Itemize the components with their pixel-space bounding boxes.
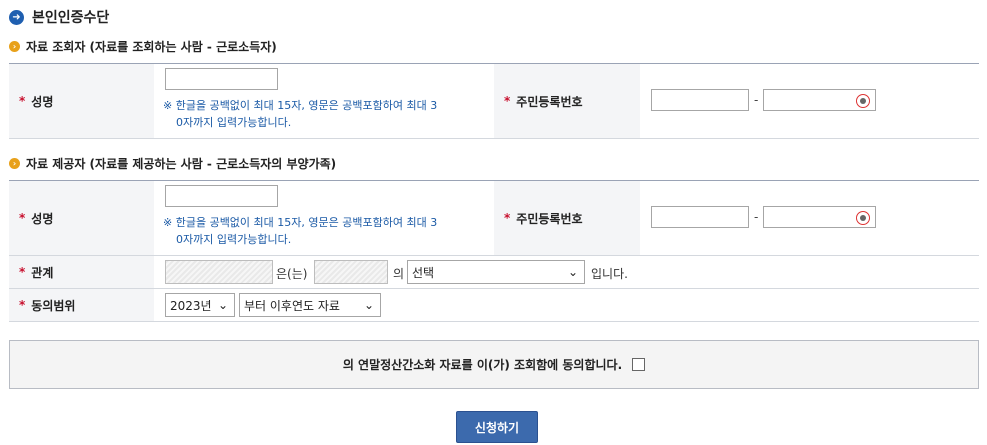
consent-range-select[interactable]: 부터 이후연도 자료 ⌄ [239, 293, 381, 317]
name-note: ※ 한글을 공백없이 최대 15자, 영문은 공백포함하여 최대 3 0자까지 … [163, 99, 438, 129]
provider-rrn-front-input[interactable] [651, 206, 749, 228]
rrn-separator: - [754, 210, 759, 224]
section-title: 자료 제공자 (자료를 제공하는 사람 - 근로소득자의 부양가족) [26, 156, 337, 171]
bullet-icon: › [9, 40, 20, 52]
relation-provider-field [314, 260, 388, 284]
agreement-box: 의 연말정산간소화 자료를 이(가) 조회함에 동의합니다. [9, 340, 979, 389]
relation-row: * 관계 은(는) 의 선택 ⌄ 입니다. [9, 256, 979, 289]
consent-range-header: * 동의범위 [9, 289, 154, 321]
section-provider-header: › 자료 제공자 (자료를 제공하는 사람 - 근로소득자의 부양가족) [9, 155, 336, 171]
relation-select[interactable]: 선택 ⌄ [407, 260, 585, 284]
querier-name-input[interactable] [165, 68, 278, 90]
eye-icon[interactable] [856, 211, 870, 225]
chevron-down-icon: ⌄ [217, 298, 228, 312]
consent-year-select[interactable]: 2023년 ⌄ [165, 293, 235, 317]
eye-icon[interactable] [856, 94, 870, 108]
provider-table: * 성명 ※ 한글을 공백없이 최대 15자, 영문은 공백포함하여 최대 3 … [9, 180, 979, 322]
section-title: 자료 조회자 (자료를 조회하는 사람 - 근로소득자) [26, 39, 277, 54]
page-title-block: ➜ 본인인증수단 [9, 8, 109, 26]
name-note: ※ 한글을 공백없이 최대 15자, 영문은 공백포함하여 최대 3 0자까지 … [163, 216, 438, 246]
name-header: * 성명 [9, 181, 154, 255]
page-title: 본인인증수단 [32, 10, 110, 26]
relation-header: * 관계 [9, 256, 154, 288]
chevron-down-icon: ⌄ [363, 298, 374, 312]
rrn-header: * 주민등록번호 [494, 64, 640, 138]
arrow-circle-icon: ➜ [9, 9, 24, 25]
name-header: * 성명 [9, 64, 154, 138]
provider-name-input[interactable] [165, 185, 278, 207]
agreement-checkbox[interactable] [632, 358, 646, 371]
chevron-down-icon: ⌄ [567, 265, 578, 279]
rrn-header: * 주민등록번호 [494, 181, 640, 255]
rrn-separator: - [754, 93, 759, 107]
relation-querier-field [165, 260, 273, 284]
relation-suffix-end: 입니다. [591, 267, 628, 281]
section-querier-header: › 자료 조회자 (자료를 조회하는 사람 - 근로소득자) [9, 38, 277, 54]
agreement-text: 의 연말정산간소화 자료를 이(가) 조회함에 동의합니다. [342, 358, 623, 372]
submit-button[interactable]: 신청하기 [456, 411, 538, 443]
relation-suffix-ui: 의 [393, 267, 405, 281]
querier-rrn-front-input[interactable] [651, 89, 749, 111]
bullet-icon: › [9, 157, 20, 169]
provider-name-row: * 성명 ※ 한글을 공백없이 최대 15자, 영문은 공백포함하여 최대 3 … [9, 181, 979, 256]
relation-suffix-eun: 은(는) [276, 267, 308, 281]
querier-table: * 성명 ※ 한글을 공백없이 최대 15자, 영문은 공백포함하여 최대 3 … [9, 63, 979, 139]
consent-range-row: * 동의범위 2023년 ⌄ 부터 이후연도 자료 ⌄ [9, 289, 979, 322]
querier-row: * 성명 ※ 한글을 공백없이 최대 15자, 영문은 공백포함하여 최대 3 … [9, 64, 979, 139]
